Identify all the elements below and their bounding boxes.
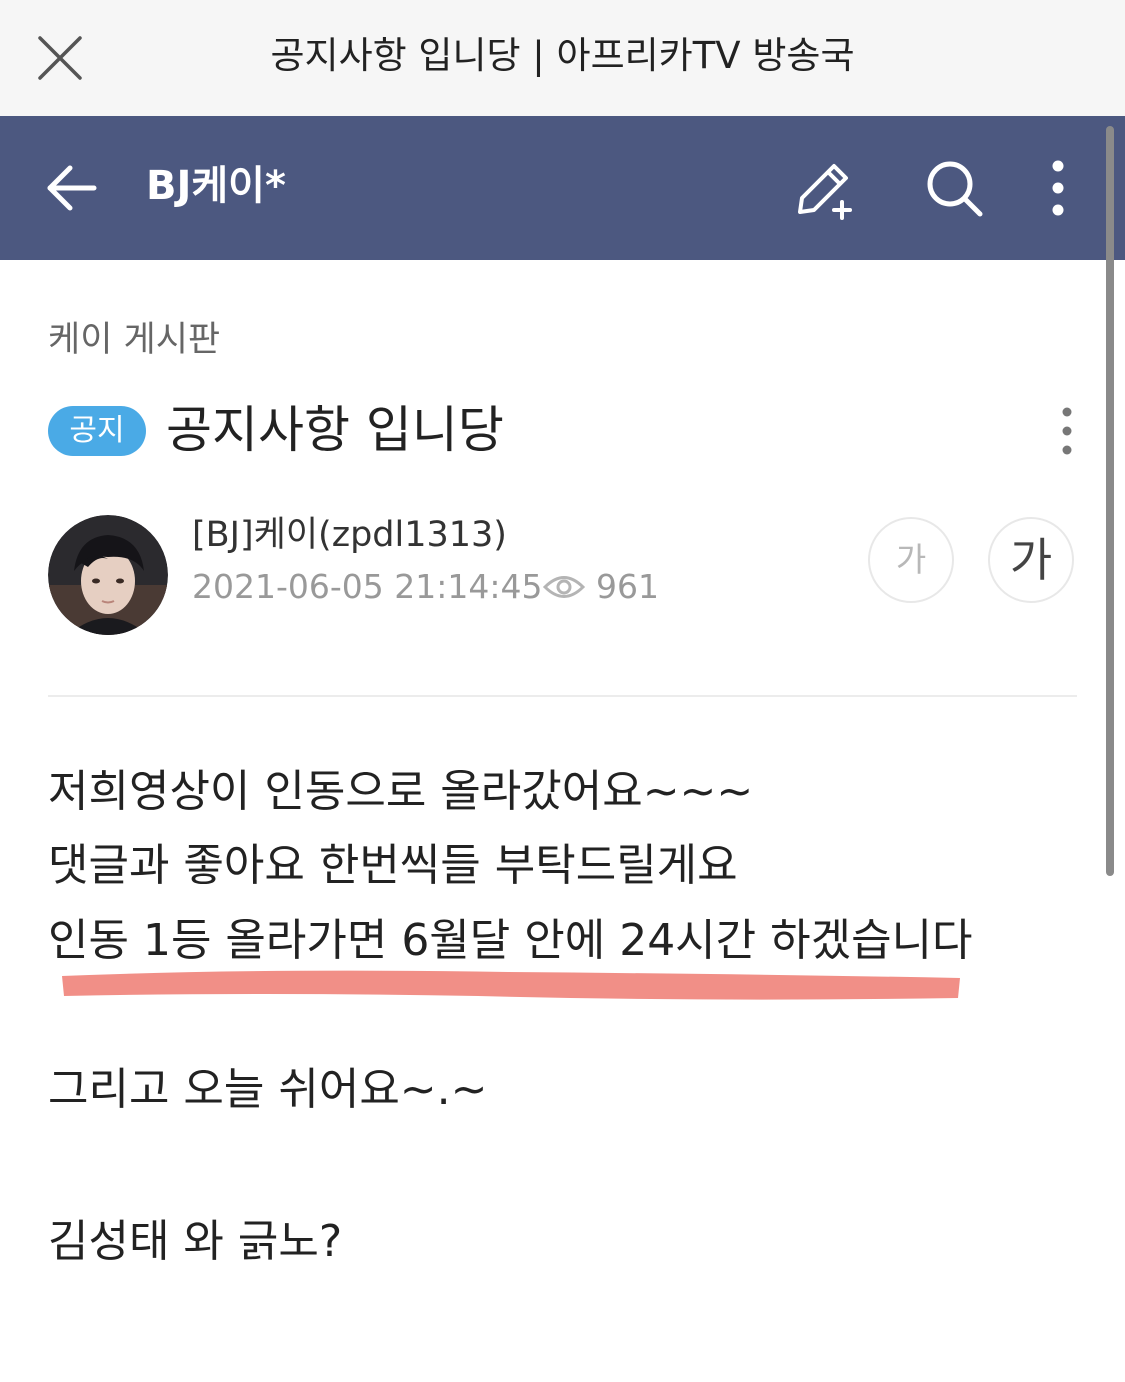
webview-title: 공지사항 입니당 | 아프리카TV 방송국 [270,34,855,77]
board-name[interactable]: 케이 게시판 [48,316,220,364]
body-line: 김성태 와 긁노? [48,1216,343,1267]
body-line: 댓글과 좋아요 한번씩들 부탁드릴게요 [48,840,738,891]
highlight-underline [62,970,960,1000]
write-icon[interactable] [790,156,856,222]
post-title: 공지사항 입니당 [166,401,504,459]
back-arrow-icon[interactable] [42,160,102,216]
notice-badge: 공지 [48,406,146,456]
body-line: 그리고 오늘 쉬어요~.~ [48,1064,488,1115]
more-vertical-icon[interactable] [1036,156,1080,222]
app-header: BJ케이* [0,116,1125,260]
avatar[interactable] [48,515,168,635]
body-line: 저희영상이 인동으로 올라갔어요~~~ [48,766,754,817]
divider [48,695,1077,697]
search-icon[interactable] [922,156,988,222]
post-more-icon[interactable] [1054,404,1080,458]
scrollbar[interactable] [1106,126,1114,876]
eye-icon [543,576,585,598]
author-name[interactable]: [BJ]케이(zpdl1313) [192,512,507,558]
font-size-small-button[interactable]: 가 [868,517,954,603]
page: 공지사항 입니당 | 아프리카TV 방송국 BJ케이* 케이 게시판 공지 공지… [0,0,1125,1382]
view-count: 961 [596,567,659,606]
font-size-large-button[interactable]: 가 [988,517,1074,603]
channel-title: BJ케이* [146,163,286,209]
post-date: 2021-06-05 21:14:45 [192,567,543,606]
webview-top-bar: 공지사항 입니당 | 아프리카TV 방송국 [0,0,1125,116]
